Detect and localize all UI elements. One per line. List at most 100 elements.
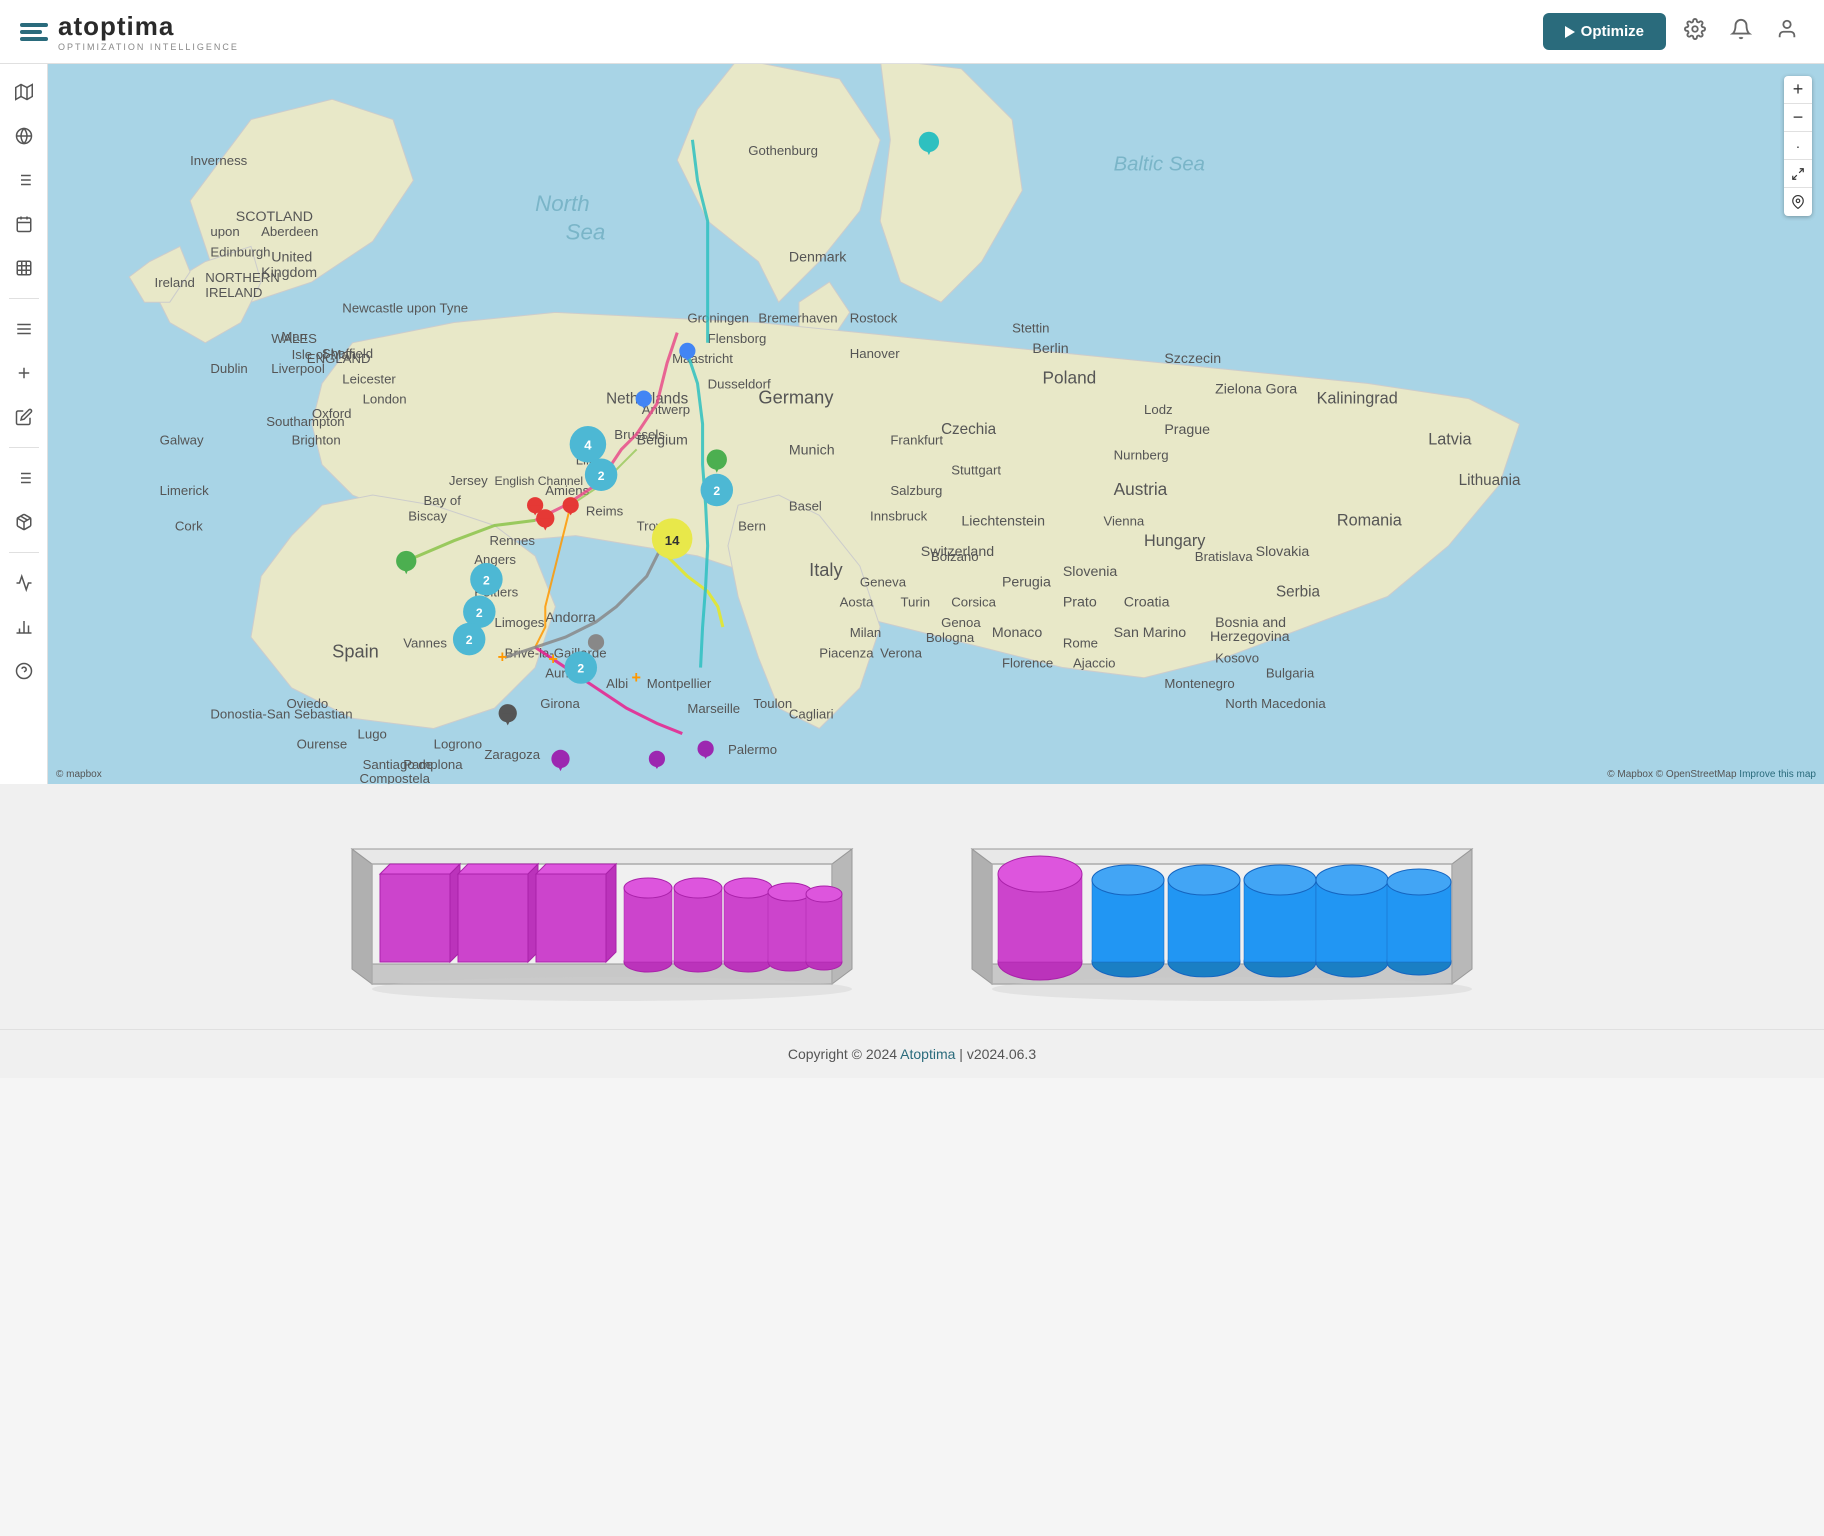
- svg-text:Piacenza: Piacenza: [819, 645, 874, 660]
- footer: Copyright © 2024 Atoptima | v2024.06.3: [0, 1029, 1824, 1078]
- svg-text:Galway: Galway: [160, 432, 204, 447]
- svg-text:Kingdom: Kingdom: [261, 265, 317, 281]
- bottom-section: [0, 784, 1824, 1029]
- version-text: | v2024.06.3: [959, 1046, 1036, 1062]
- mapbox-logo: © mapbox: [56, 769, 102, 780]
- svg-text:Jersey: Jersey: [449, 473, 488, 488]
- svg-text:Corsica: Corsica: [951, 595, 996, 610]
- box-visualization-2: [952, 804, 1492, 1009]
- svg-text:Turin: Turin: [900, 595, 930, 610]
- main-wrapper: SCOTLAND NORTHERN IRELAND Ireland United…: [0, 64, 1824, 1536]
- svg-text:Latvia: Latvia: [1428, 430, 1472, 448]
- svg-text:Hanover: Hanover: [850, 346, 900, 361]
- svg-text:Bulgaria: Bulgaria: [1266, 666, 1315, 681]
- svg-text:Kaliningrad: Kaliningrad: [1317, 390, 1398, 408]
- svg-text:Innsbruck: Innsbruck: [870, 508, 928, 523]
- svg-text:Rennes: Rennes: [489, 533, 535, 548]
- bell-button[interactable]: [1724, 12, 1758, 52]
- svg-text:Cork: Cork: [175, 519, 203, 534]
- svg-text:2: 2: [577, 662, 584, 676]
- map-container[interactable]: SCOTLAND NORTHERN IRELAND Ireland United…: [48, 64, 1824, 784]
- sidebar-calendar-icon[interactable]: [6, 206, 42, 242]
- svg-text:San Marino: San Marino: [1114, 625, 1187, 641]
- svg-text:Bremerhaven: Bremerhaven: [758, 311, 837, 326]
- svg-text:Zaragoza: Zaragoza: [484, 747, 540, 762]
- zoom-out-button[interactable]: −: [1784, 104, 1812, 132]
- settings-button[interactable]: [1678, 12, 1712, 52]
- optimize-button[interactable]: Optimize: [1543, 13, 1666, 50]
- svg-text:Stuttgart: Stuttgart: [951, 463, 1001, 478]
- sidebar-globe-icon[interactable]: [6, 118, 42, 154]
- svg-text:Sheffield: Sheffield: [322, 346, 373, 361]
- sidebar: [0, 64, 48, 784]
- user-button[interactable]: [1770, 12, 1804, 52]
- svg-text:Nurnberg: Nurnberg: [1114, 448, 1169, 463]
- svg-text:Stettin: Stettin: [1012, 321, 1049, 336]
- svg-text:Girona: Girona: [540, 696, 580, 711]
- svg-text:Austria: Austria: [1114, 479, 1168, 499]
- logo-text: atoptima OPTIMIZATION INTELLIGENCE: [58, 11, 239, 52]
- box-visualization-1: [332, 804, 872, 1009]
- svg-text:Vienna: Vienna: [1103, 513, 1144, 528]
- svg-text:Aosta: Aosta: [840, 595, 874, 610]
- svg-text:Toulon: Toulon: [753, 696, 792, 711]
- svg-text:Slovenia: Slovenia: [1063, 564, 1118, 580]
- sidebar-help-icon[interactable]: [6, 653, 42, 689]
- svg-text:Dusseldorf: Dusseldorf: [708, 376, 771, 391]
- svg-text:2: 2: [476, 606, 483, 620]
- svg-text:Limerick: Limerick: [160, 483, 209, 498]
- svg-text:Andorra: Andorra: [545, 610, 596, 626]
- box-svg-1: [332, 804, 872, 1004]
- svg-text:Flensborg: Flensborg: [708, 331, 767, 346]
- sidebar-map-icon[interactable]: [6, 74, 42, 110]
- svg-text:Rostock: Rostock: [850, 311, 898, 326]
- play-icon: [1565, 26, 1575, 38]
- svg-text:Croatia: Croatia: [1124, 595, 1170, 611]
- sidebar-bar-icon[interactable]: [6, 609, 42, 645]
- svg-text:Bratislava: Bratislava: [1195, 549, 1254, 564]
- svg-text:Palermo: Palermo: [728, 742, 777, 757]
- svg-text:Prague: Prague: [1164, 422, 1210, 438]
- svg-text:Milan: Milan: [850, 625, 882, 640]
- svg-text:Lodz: Lodz: [1144, 402, 1173, 417]
- sidebar-add-icon[interactable]: [6, 355, 42, 391]
- svg-text:Herzegovina: Herzegovina: [1210, 629, 1290, 645]
- zoom-in-button[interactable]: +: [1784, 76, 1812, 104]
- svg-text:Lugo: Lugo: [358, 727, 387, 742]
- svg-text:Compostela: Compostela: [360, 771, 431, 784]
- sidebar-analytics-icon[interactable]: [6, 565, 42, 601]
- svg-text:SCOTLAND: SCOTLAND: [236, 209, 313, 225]
- svg-text:Brighton: Brighton: [292, 432, 341, 447]
- svg-text:+: +: [498, 648, 507, 666]
- sidebar-menu-icon[interactable]: [6, 311, 42, 347]
- svg-text:Geneva: Geneva: [860, 574, 907, 589]
- svg-text:Bolzano: Bolzano: [931, 549, 979, 564]
- sidebar-edit-icon[interactable]: [6, 399, 42, 435]
- box-svg-2: [952, 804, 1492, 1004]
- sidebar-table-icon[interactable]: [6, 250, 42, 286]
- sidebar-divider-1: [9, 298, 39, 299]
- svg-text:Limoges: Limoges: [495, 615, 545, 630]
- sidebar-list2-icon[interactable]: [6, 460, 42, 496]
- svg-text:Poland: Poland: [1043, 367, 1097, 387]
- svg-text:Liechtenstein: Liechtenstein: [961, 513, 1045, 529]
- map-attribution: © Mapbox © OpenStreetMap Improve this ma…: [1607, 769, 1816, 780]
- zoom-pin-button[interactable]: [1784, 188, 1812, 216]
- svg-text:Bay of: Bay of: [423, 493, 461, 508]
- logo-area: atoptima OPTIMIZATION INTELLIGENCE: [20, 11, 239, 52]
- svg-text:Man: Man: [281, 329, 307, 344]
- zoom-reset-button[interactable]: ·: [1784, 132, 1812, 160]
- svg-text:Inverness: Inverness: [190, 153, 248, 168]
- svg-text:United: United: [271, 250, 312, 266]
- zoom-fullscreen-button[interactable]: [1784, 160, 1812, 188]
- improve-map-link[interactable]: Improve this map: [1739, 769, 1816, 780]
- svg-text:Pamplona: Pamplona: [403, 757, 463, 772]
- svg-text:Gothenburg: Gothenburg: [748, 143, 818, 158]
- sidebar-divider-3: [9, 552, 39, 553]
- svg-text:Southampton: Southampton: [266, 414, 344, 429]
- svg-text:Munich: Munich: [789, 442, 835, 458]
- company-link[interactable]: Atoptima: [900, 1046, 955, 1062]
- sidebar-list-icon[interactable]: [6, 162, 42, 198]
- svg-text:Aberdeen: Aberdeen: [261, 224, 318, 239]
- sidebar-package-icon[interactable]: [6, 504, 42, 540]
